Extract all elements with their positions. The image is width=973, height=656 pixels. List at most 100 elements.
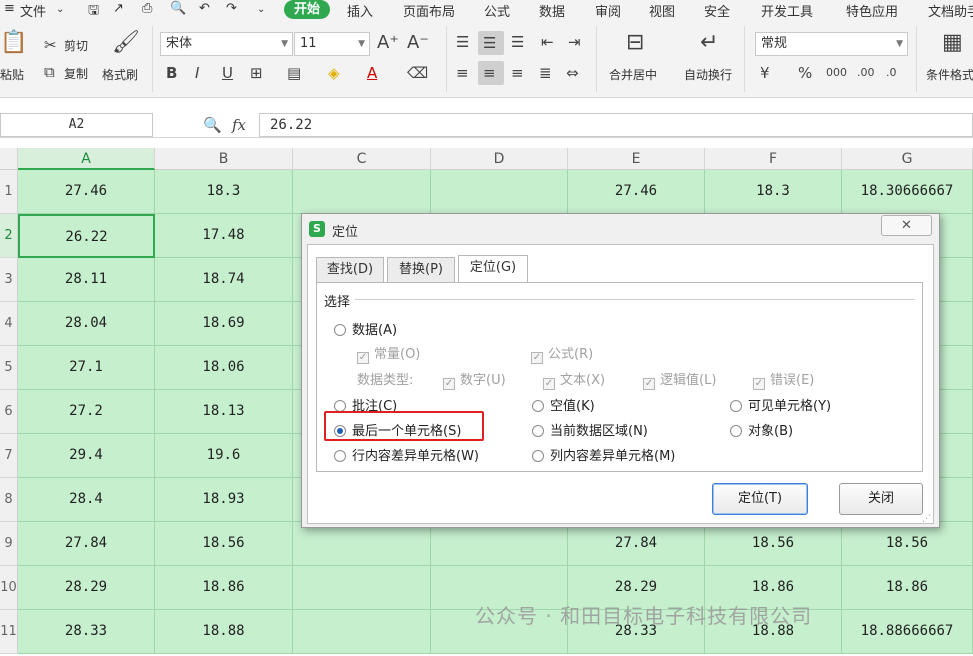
conditional-format-button[interactable]: 条件格式 (926, 66, 973, 83)
quick-access-dropdown-icon[interactable]: ⌄ (257, 4, 265, 15)
grid-cell[interactable]: 28.4 (18, 478, 155, 522)
column-header-c[interactable]: C (293, 148, 431, 170)
row-header[interactable]: 9 (0, 522, 18, 566)
grid-cell[interactable]: 18.3 (155, 170, 293, 214)
column-header-b[interactable]: B (155, 148, 293, 170)
radio-row-diff[interactable]: 行内容差异单元格(W) (334, 445, 479, 464)
conditional-format-icon[interactable]: ▦ (942, 32, 963, 54)
distribute-icon[interactable]: ⇔ (566, 64, 579, 82)
align-top-icon[interactable]: ☰ (456, 33, 469, 51)
grid-cell[interactable]: 18.86 (842, 566, 973, 610)
row-header[interactable]: 4 (0, 302, 18, 346)
grid-cell[interactable] (293, 566, 431, 610)
active-cell[interactable]: 26.22 (18, 214, 155, 258)
grid-cell[interactable]: 27.84 (568, 522, 705, 566)
tab-security[interactable]: 安全 (704, 1, 730, 20)
tab-special[interactable]: 特色应用 (846, 1, 898, 20)
grid-cell[interactable]: 18.69 (155, 302, 293, 346)
thousands-icon[interactable]: 000 (826, 64, 847, 82)
font-color-icon[interactable]: A (367, 64, 377, 82)
redo-icon[interactable]: ↷ (226, 1, 237, 16)
grid-cell[interactable]: 18.74 (155, 258, 293, 302)
grid-cell[interactable]: 28.33 (18, 610, 155, 654)
grid-cell[interactable]: 18.06 (155, 346, 293, 390)
grid-cell[interactable]: 18.56 (842, 522, 973, 566)
tab-find[interactable]: 查找(D) (316, 257, 384, 283)
grid-cell[interactable]: 27.1 (18, 346, 155, 390)
format-painter-button[interactable]: 格式刷 (102, 66, 138, 83)
cell-style-icon[interactable]: ▤ (287, 64, 301, 82)
tab-goto[interactable]: 定位(G) (458, 255, 528, 283)
row-header[interactable]: 11 (0, 610, 18, 654)
radio-objects[interactable]: 对象(B) (730, 420, 793, 439)
column-header-f[interactable]: F (705, 148, 842, 170)
merge-center-button[interactable]: 合并居中 (609, 66, 657, 83)
align-middle-pressed[interactable]: ☰ (478, 31, 504, 55)
currency-icon[interactable]: ¥ (760, 64, 770, 82)
clear-icon[interactable]: ⌫ (407, 64, 428, 82)
radio-col-diff[interactable]: 列内容差异单元格(M) (532, 445, 675, 464)
grid-cell[interactable]: 29.4 (18, 434, 155, 478)
column-header-g[interactable]: G (842, 148, 973, 170)
indent-icon[interactable]: ⇥ (568, 33, 581, 51)
increase-font-icon[interactable]: A⁺ (377, 34, 399, 52)
number-format-select[interactable]: 常规 ▼ (755, 32, 908, 56)
row-header[interactable]: 6 (0, 390, 18, 434)
undo-icon[interactable]: ↶ (199, 1, 210, 16)
align-right-icon[interactable]: ≡ (511, 64, 524, 82)
select-all-corner[interactable] (0, 148, 18, 170)
wrap-text-icon[interactable]: ↵ (700, 32, 718, 54)
paste-icon[interactable]: 📋 (0, 32, 27, 54)
radio-data[interactable]: 数据(A) (334, 319, 397, 338)
borders-icon[interactable]: ⊞ (250, 64, 263, 82)
row-header[interactable]: 1 (0, 170, 18, 214)
font-size-select[interactable]: 11 ▼ (294, 32, 370, 56)
grid-cell[interactable] (431, 522, 568, 566)
export-icon[interactable]: ↗ (113, 1, 124, 16)
underline-icon[interactable]: U (222, 64, 233, 82)
locate-button[interactable]: 定位(T) (712, 483, 808, 515)
percent-icon[interactable]: % (798, 64, 812, 82)
grid-cell[interactable]: 19.6 (155, 434, 293, 478)
grid-cell[interactable]: 18.56 (155, 522, 293, 566)
grid-cell[interactable]: 18.56 (705, 522, 842, 566)
tab-formulas[interactable]: 公式 (484, 1, 510, 20)
row-header[interactable]: 2 (0, 214, 18, 258)
decrease-font-icon[interactable]: A⁻ (407, 34, 429, 52)
italic-icon[interactable]: I (195, 64, 199, 82)
grid-cell[interactable]: 28.29 (18, 566, 155, 610)
tab-page-layout[interactable]: 页面布局 (403, 1, 455, 20)
chevron-down-icon[interactable]: ⌄ (56, 4, 64, 15)
fx-icon[interactable]: fx (232, 116, 246, 134)
grid-cell[interactable]: 27.2 (18, 390, 155, 434)
column-header-a[interactable]: A (18, 148, 155, 170)
name-box[interactable]: A2 (0, 113, 153, 137)
cut-button[interactable]: 剪切 (64, 37, 88, 54)
radio-blank[interactable]: 空值(K) (532, 395, 595, 414)
grid-cell[interactable]: 27.46 (18, 170, 155, 214)
align-bottom-icon[interactable]: ☰ (511, 33, 524, 51)
zoom-icon[interactable]: 🔍 (203, 116, 222, 134)
grid-cell[interactable]: 18.13 (155, 390, 293, 434)
radio-visible[interactable]: 可见单元格(Y) (730, 395, 831, 414)
justify-icon[interactable]: ≣ (539, 64, 552, 82)
copy-icon[interactable]: ⧉ (44, 63, 55, 81)
grid-cell[interactable] (293, 610, 431, 654)
tab-doc-assistant[interactable]: 文档助手 (928, 1, 973, 20)
grid-cell[interactable]: 18.88666667 (842, 610, 973, 654)
close-icon[interactable]: ✕ (881, 215, 932, 236)
grid-cell[interactable]: 18.30666667 (842, 170, 973, 214)
grid-cell[interactable]: 27.46 (568, 170, 705, 214)
resize-grip-icon[interactable]: ⋰ (922, 514, 931, 524)
dialog-titlebar[interactable]: S 定位 ✕ (302, 214, 939, 244)
tab-review[interactable]: 审阅 (595, 1, 621, 20)
row-header[interactable]: 3 (0, 258, 18, 302)
menu-file[interactable]: 文件 (20, 1, 46, 20)
grid-cell[interactable]: 18.3 (705, 170, 842, 214)
grid-cell[interactable] (293, 522, 431, 566)
fill-color-icon[interactable]: ◈ (328, 64, 340, 82)
grid-cell[interactable]: 17.48 (155, 214, 293, 258)
increase-decimal-icon[interactable]: .00 (857, 64, 875, 82)
column-header-d[interactable]: D (431, 148, 568, 170)
font-name-select[interactable]: 宋体 ▼ (160, 32, 293, 56)
